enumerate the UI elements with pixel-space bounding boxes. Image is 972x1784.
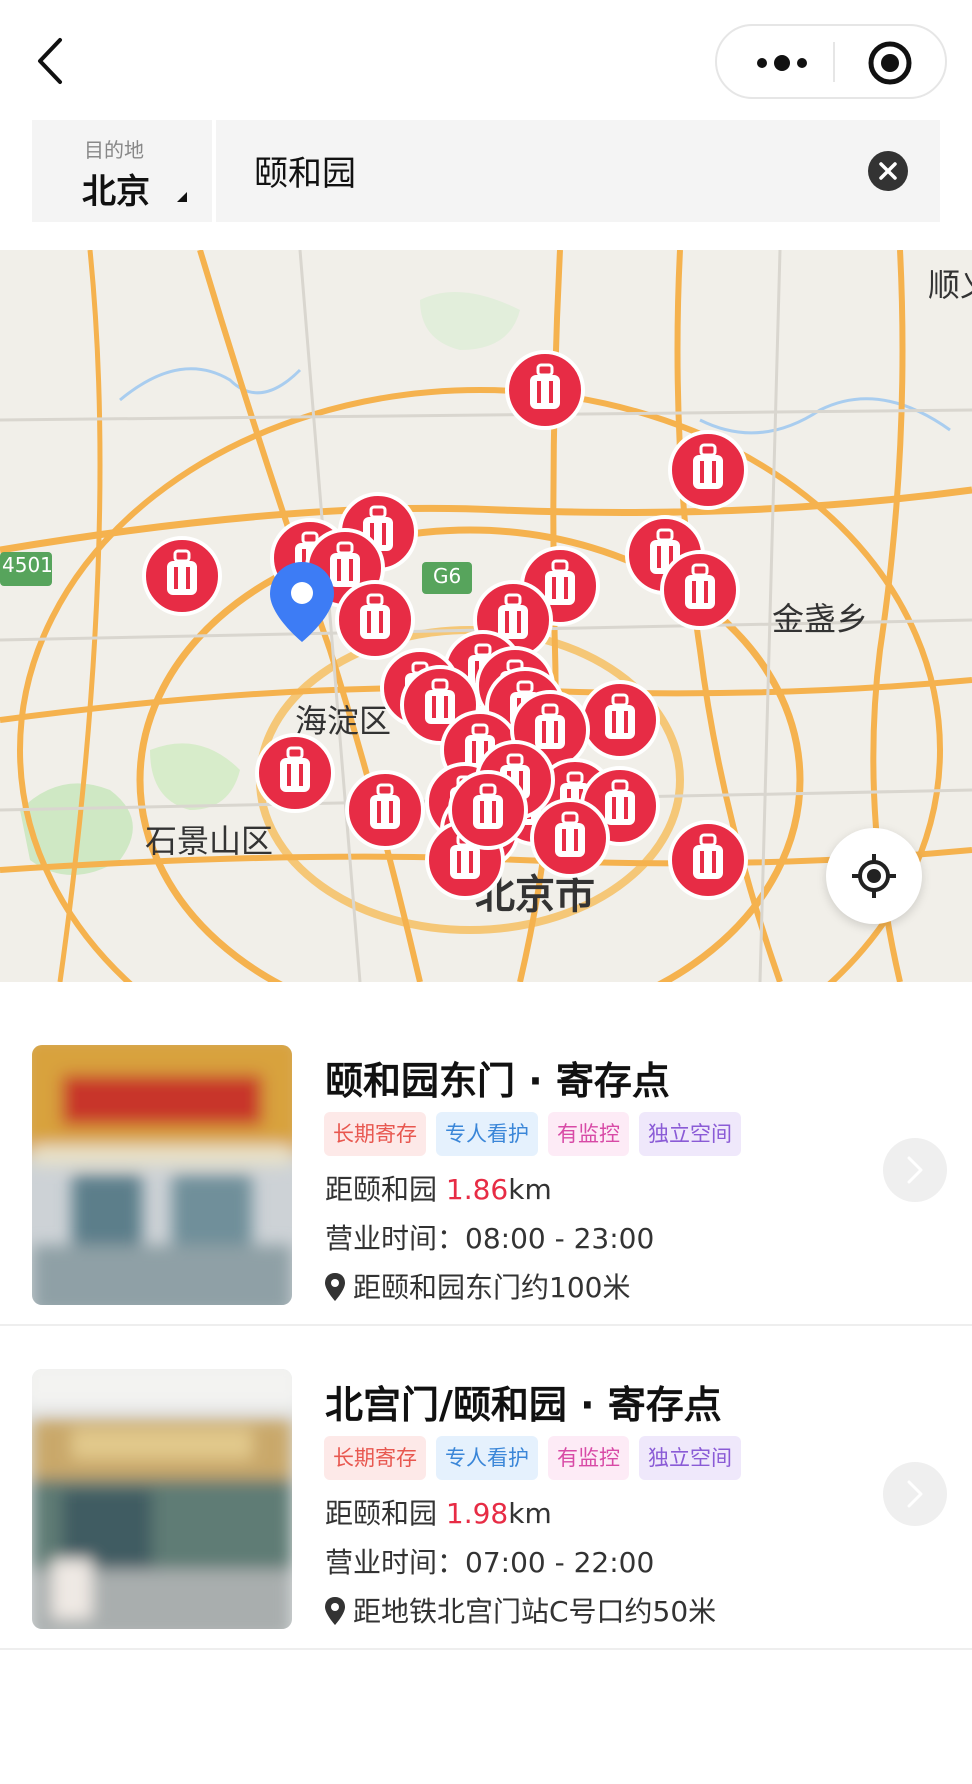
distance-prefix: 距颐和园 (325, 1173, 446, 1206)
luggage-icon (473, 795, 503, 829)
luggage-icon (167, 561, 197, 595)
destination-selector[interactable]: 目的地 北京 (32, 120, 212, 222)
tag-monitored: 有监控 (548, 1112, 629, 1156)
close-mini-program-button[interactable] (867, 40, 913, 86)
tag-long-term: 长期寄存 (324, 1112, 426, 1156)
tag-attended: 专人看护 (436, 1436, 538, 1480)
search-input[interactable]: 颐和园 (254, 146, 356, 195)
feature-tags: 长期寄存 专人看护 有监控 独立空间 (324, 1112, 751, 1158)
storage-photo (32, 1369, 292, 1629)
luggage-icon (685, 575, 715, 609)
more-button[interactable] (752, 48, 812, 78)
luggage-marker[interactable] (668, 430, 748, 510)
luggage-icon (605, 705, 635, 739)
locate-crosshair-icon (852, 854, 896, 898)
capsule-divider (833, 42, 835, 82)
luggage-icon (370, 795, 400, 829)
business-hours: 营业时间：08:00 - 23:00 (325, 1222, 655, 1255)
luggage-marker[interactable] (142, 536, 222, 616)
clear-icon (868, 151, 908, 191)
location-text: 距颐和园东门约100米 (353, 1271, 631, 1304)
dropdown-triangle-icon (177, 192, 187, 202)
target-circle-icon (868, 41, 912, 85)
detail-arrow-button[interactable] (883, 1462, 947, 1526)
top-bar (0, 0, 972, 120)
back-button[interactable] (30, 36, 80, 86)
luggage-icon (535, 715, 565, 749)
storage-photo (32, 1045, 292, 1305)
luggage-icon (605, 791, 635, 825)
feature-tags: 长期寄存 专人看护 有监控 独立空间 (324, 1436, 751, 1482)
luggage-marker[interactable] (345, 770, 425, 850)
chevron-right-icon (907, 1156, 923, 1184)
luggage-icon (498, 605, 528, 639)
storage-title: 北宫门/颐和园 · 寄存点 (325, 1383, 722, 1427)
luggage-icon (425, 690, 455, 724)
luggage-icon (330, 553, 360, 587)
distance-line: 距颐和园 1.98km (325, 1492, 552, 1532)
clear-search-button[interactable] (868, 151, 908, 191)
locate-button[interactable] (826, 828, 922, 924)
destination-city: 北京 (82, 172, 150, 212)
storage-list-item[interactable]: 北宫门/颐和园 · 寄存点 长期寄存 专人看护 有监控 独立空间 距颐和园 1.98k… (0, 1324, 972, 1650)
luggage-icon (280, 758, 310, 792)
storage-list-item[interactable]: 颐和园东门 · 寄存点 长期寄存 专人看护 有监控 独立空间 距颐和园 1.86km … (0, 1000, 972, 1326)
luggage-marker[interactable] (580, 680, 660, 760)
luggage-icon (545, 571, 575, 605)
luggage-marker[interactable] (255, 733, 335, 813)
map-view[interactable]: 4501 G6 顺义 金盏乡 海淀区 石景山区 北京市 (0, 250, 972, 982)
luggage-marker[interactable] (448, 770, 528, 850)
luggage-icon (555, 823, 585, 857)
mini-program-capsule (715, 24, 947, 99)
luggage-icon (530, 375, 560, 409)
luggage-icon (693, 455, 723, 489)
tag-private-space: 独立空间 (639, 1436, 741, 1480)
distance-prefix: 距颐和园 (325, 1497, 446, 1530)
map-pin-icon (325, 1273, 345, 1301)
search-bar: 目的地 北京 颐和园 (32, 120, 940, 222)
location-line: 距地铁北宫门站C号口约50米 (325, 1590, 716, 1630)
distance-value: 1.98 (445, 1497, 509, 1530)
tag-monitored: 有监控 (548, 1436, 629, 1480)
more-dots-icon (757, 55, 807, 71)
luggage-icon (693, 845, 723, 879)
distance-unit: km (508, 1497, 552, 1530)
chevron-right-icon (907, 1480, 923, 1508)
location-text: 距地铁北宫门站C号口约50米 (353, 1595, 717, 1628)
search-divider (212, 120, 216, 222)
luggage-icon (360, 605, 390, 639)
distance-value: 1.86 (445, 1173, 509, 1206)
tag-private-space: 独立空间 (639, 1112, 741, 1156)
luggage-icon (450, 845, 480, 879)
distance-unit: km (508, 1173, 552, 1206)
luggage-marker[interactable] (530, 798, 610, 878)
location-line: 距颐和园东门约100米 (325, 1266, 630, 1306)
luggage-marker[interactable] (660, 550, 740, 630)
tag-long-term: 长期寄存 (324, 1436, 426, 1480)
luggage-marker[interactable] (668, 820, 748, 900)
distance-line: 距颐和园 1.86km (325, 1168, 552, 1208)
destination-caption: 目的地 (84, 138, 144, 162)
business-hours: 营业时间：07:00 - 22:00 (325, 1546, 655, 1579)
location-pin-icon (270, 562, 334, 642)
storage-title: 颐和园东门 · 寄存点 (325, 1059, 670, 1103)
tag-attended: 专人看护 (436, 1112, 538, 1156)
detail-arrow-button[interactable] (883, 1138, 947, 1202)
luggage-marker[interactable] (505, 350, 585, 430)
chevron-left-icon (38, 38, 62, 84)
luggage-marker[interactable] (335, 580, 415, 660)
map-pin-icon (325, 1597, 345, 1625)
